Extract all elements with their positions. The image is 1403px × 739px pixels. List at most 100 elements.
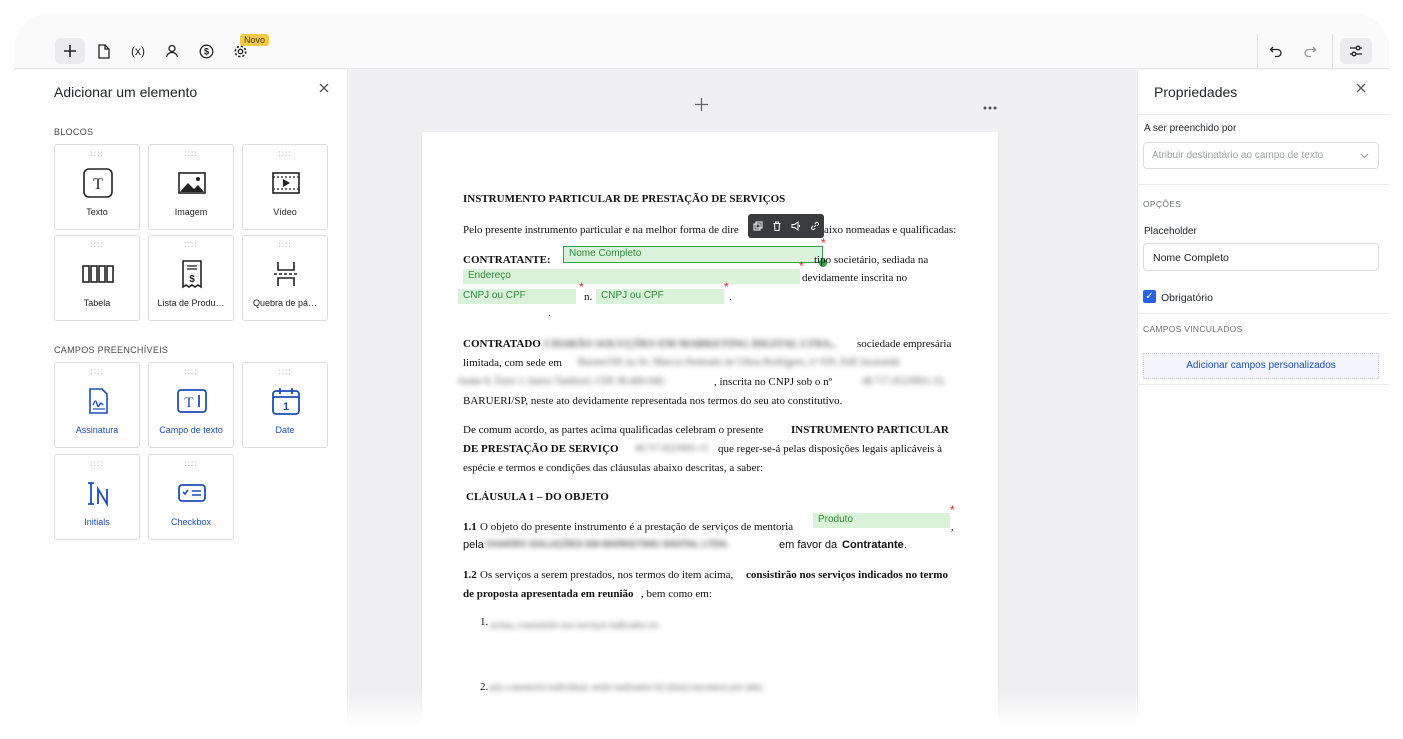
divider <box>1138 114 1389 115</box>
svg-text:$: $ <box>189 274 195 285</box>
block-card-label: Imagem <box>174 207 208 217</box>
drag-handle-icon[interactable]: :::: <box>55 368 139 376</box>
field-card-text-field[interactable]: :::: T Campo de texto <box>148 362 234 448</box>
block-card-video[interactable]: :::: Vídeo <box>242 144 328 230</box>
field-card-checkbox[interactable]: :::: Checkbox <box>148 454 234 540</box>
blocks-section-label: BLOCOS <box>54 127 94 137</box>
field-card-label: Checkbox <box>170 517 212 527</box>
recipients-button[interactable] <box>157 38 187 64</box>
contratante-tail: tipo societário, sediada na <box>814 254 929 266</box>
new-badge: Novo <box>240 34 270 46</box>
cnpj-field-1[interactable]: CNPJ ou CPF <box>458 289 576 304</box>
properties-panel: Propriedades A ser preenchido por Atribu… <box>1137 70 1389 725</box>
field-card-signature[interactable]: :::: Assinatura <box>54 362 140 448</box>
divider <box>1138 184 1389 185</box>
trash-icon[interactable] <box>772 221 782 231</box>
list-item-1-redacted: acima, consistirão nos serviços indicado… <box>490 621 659 631</box>
cnpj-field-2[interactable]: CNPJ ou CPF <box>596 289 724 304</box>
intro-text-start: Pelo presente instrumento particular e n… <box>463 224 739 236</box>
para2-text-c: que reger-se-á pelas disposições legais … <box>718 443 942 455</box>
redo-icon <box>1304 46 1317 57</box>
bottom-fade <box>14 691 1389 725</box>
drag-handle-icon[interactable]: :::: <box>149 241 233 249</box>
drag-handle-icon[interactable]: :::: <box>243 368 327 376</box>
para2-bold: INSTRUMENTO PARTICULAR <box>791 424 949 436</box>
drag-handle-icon[interactable]: :::: <box>243 150 327 158</box>
product-list-icon: $ <box>182 260 202 289</box>
add-custom-fields-button[interactable]: Adicionar campos personalizados <box>1143 353 1379 379</box>
block-card-image[interactable]: :::: Imagem <box>148 144 234 230</box>
announce-icon[interactable] <box>791 221 801 231</box>
properties-toggle-button[interactable] <box>1340 38 1372 64</box>
duplicate-icon[interactable] <box>753 221 763 231</box>
block-card-text[interactable]: :::: T Texto <box>54 144 140 230</box>
placeholder-input[interactable]: Nome Completo <box>1143 243 1379 271</box>
drag-handle-icon[interactable]: :::: <box>55 241 139 249</box>
contratado-address-redacted: Barueri/SP, na Av. Marcos Penteado de Ul… <box>578 357 900 368</box>
block-card-product-list[interactable]: :::: $ Lista de Produ… <box>148 235 234 321</box>
toolbar-divider <box>1257 34 1258 68</box>
contratado-line2-start: limitada, com sede em <box>463 357 562 369</box>
add-element-panel: Adicionar um elemento BLOCOS :::: T Text… <box>14 70 348 725</box>
intro-text-end: aixo nomeadas e qualificadas: <box>824 224 957 236</box>
document-button[interactable] <box>89 38 119 64</box>
contratado-address-redacted-2: Andar 8, Torre 1, bairro Tamboré, CEP. 0… <box>457 376 666 387</box>
drag-handle-icon[interactable]: :::: <box>55 150 139 158</box>
pricing-button[interactable]: $ <box>191 38 221 64</box>
properties-title: Propriedades <box>1154 84 1238 100</box>
add-page-button[interactable] <box>695 98 708 116</box>
divider <box>1138 313 1389 314</box>
document-page[interactable]: INSTRUMENTO PARTICULAR DE PRESTAÇÃO DE S… <box>422 132 998 725</box>
block-card-label: Tabela <box>83 298 111 308</box>
link-icon[interactable] <box>810 221 820 231</box>
field-toolbar <box>748 214 824 238</box>
drag-handle-icon[interactable]: :::: <box>149 150 233 158</box>
dollar-circle-icon: $ <box>199 44 213 58</box>
video-icon <box>272 172 300 194</box>
required-asterisk: * <box>724 280 729 294</box>
drag-handle-icon[interactable]: :::: <box>149 368 233 376</box>
redo-button[interactable] <box>1295 38 1325 64</box>
close-panel-button[interactable] <box>319 80 329 97</box>
required-asterisk: * <box>579 280 584 294</box>
variables-icon: (x) <box>131 44 145 58</box>
app-window: (x) $ Novo Adicionar um elemento BLOCOS <box>14 14 1389 725</box>
top-toolbar: (x) $ Novo <box>14 14 1389 69</box>
page-options-button[interactable] <box>983 97 997 113</box>
field-card-date[interactable]: :::: 1 Date <box>242 362 328 448</box>
clause-1-2-text: Os serviços a serem prestados, nos termo… <box>480 569 734 581</box>
undo-button[interactable] <box>1261 38 1291 64</box>
field-card-label: Assinatura <box>75 425 119 435</box>
clause-1-1-redacted: CHARÃO SOLUÇÕES EM MARKETING DIGITAL LTD… <box>485 539 730 550</box>
drag-handle-icon[interactable]: :::: <box>149 460 233 468</box>
signature-icon <box>89 388 108 414</box>
contratado-label: CONTRATADO <box>463 338 541 350</box>
field-card-initials[interactable]: :::: Initials <box>54 454 140 540</box>
svg-text:T: T <box>93 176 103 193</box>
contratado-cnpj-text: , inscrita no CNPJ sob o nº <box>714 376 832 388</box>
contratante-tail-2: devidamente inscrita no <box>802 272 908 284</box>
panel-title: Adicionar um elemento <box>54 84 198 100</box>
contratado-name-redacted: CHARÃO SOLUÇÕES EM MARKETING DIGITAL LTD… <box>544 338 836 350</box>
required-asterisk: * <box>950 503 955 517</box>
block-card-page-break[interactable]: :::: Quebra de pá… <box>242 235 328 321</box>
clause-1-2-end: , bem como em: <box>641 588 712 600</box>
contratante-dot: . <box>729 291 732 303</box>
produto-field[interactable]: Produto <box>813 513 950 528</box>
recipient-select[interactable]: Atribuir destinatário ao campo de texto <box>1143 142 1379 169</box>
drag-handle-icon[interactable]: :::: <box>55 460 139 468</box>
close-properties-button[interactable] <box>1356 80 1366 97</box>
endereco-field[interactable]: Endereço <box>463 269 800 284</box>
required-label: Obrigatório <box>1161 292 1213 304</box>
more-horizontal-icon <box>983 106 997 110</box>
block-card-table[interactable]: :::: Tabela <box>54 235 140 321</box>
add-element-button[interactable] <box>55 38 85 64</box>
document-title: INSTRUMENTO PARTICULAR DE PRESTAÇÃO DE S… <box>463 193 786 205</box>
chevron-down-icon <box>1360 153 1369 159</box>
svg-text:1: 1 <box>283 401 289 413</box>
drag-handle-icon[interactable]: :::: <box>243 241 327 249</box>
clause-1-2-bold-2: de proposta apresentada em reunião <box>463 588 634 600</box>
nome-completo-field[interactable]: Nome Completo <box>563 246 823 263</box>
required-checkbox[interactable]: ✓ <box>1143 290 1156 303</box>
variables-button[interactable]: (x) <box>123 38 153 64</box>
